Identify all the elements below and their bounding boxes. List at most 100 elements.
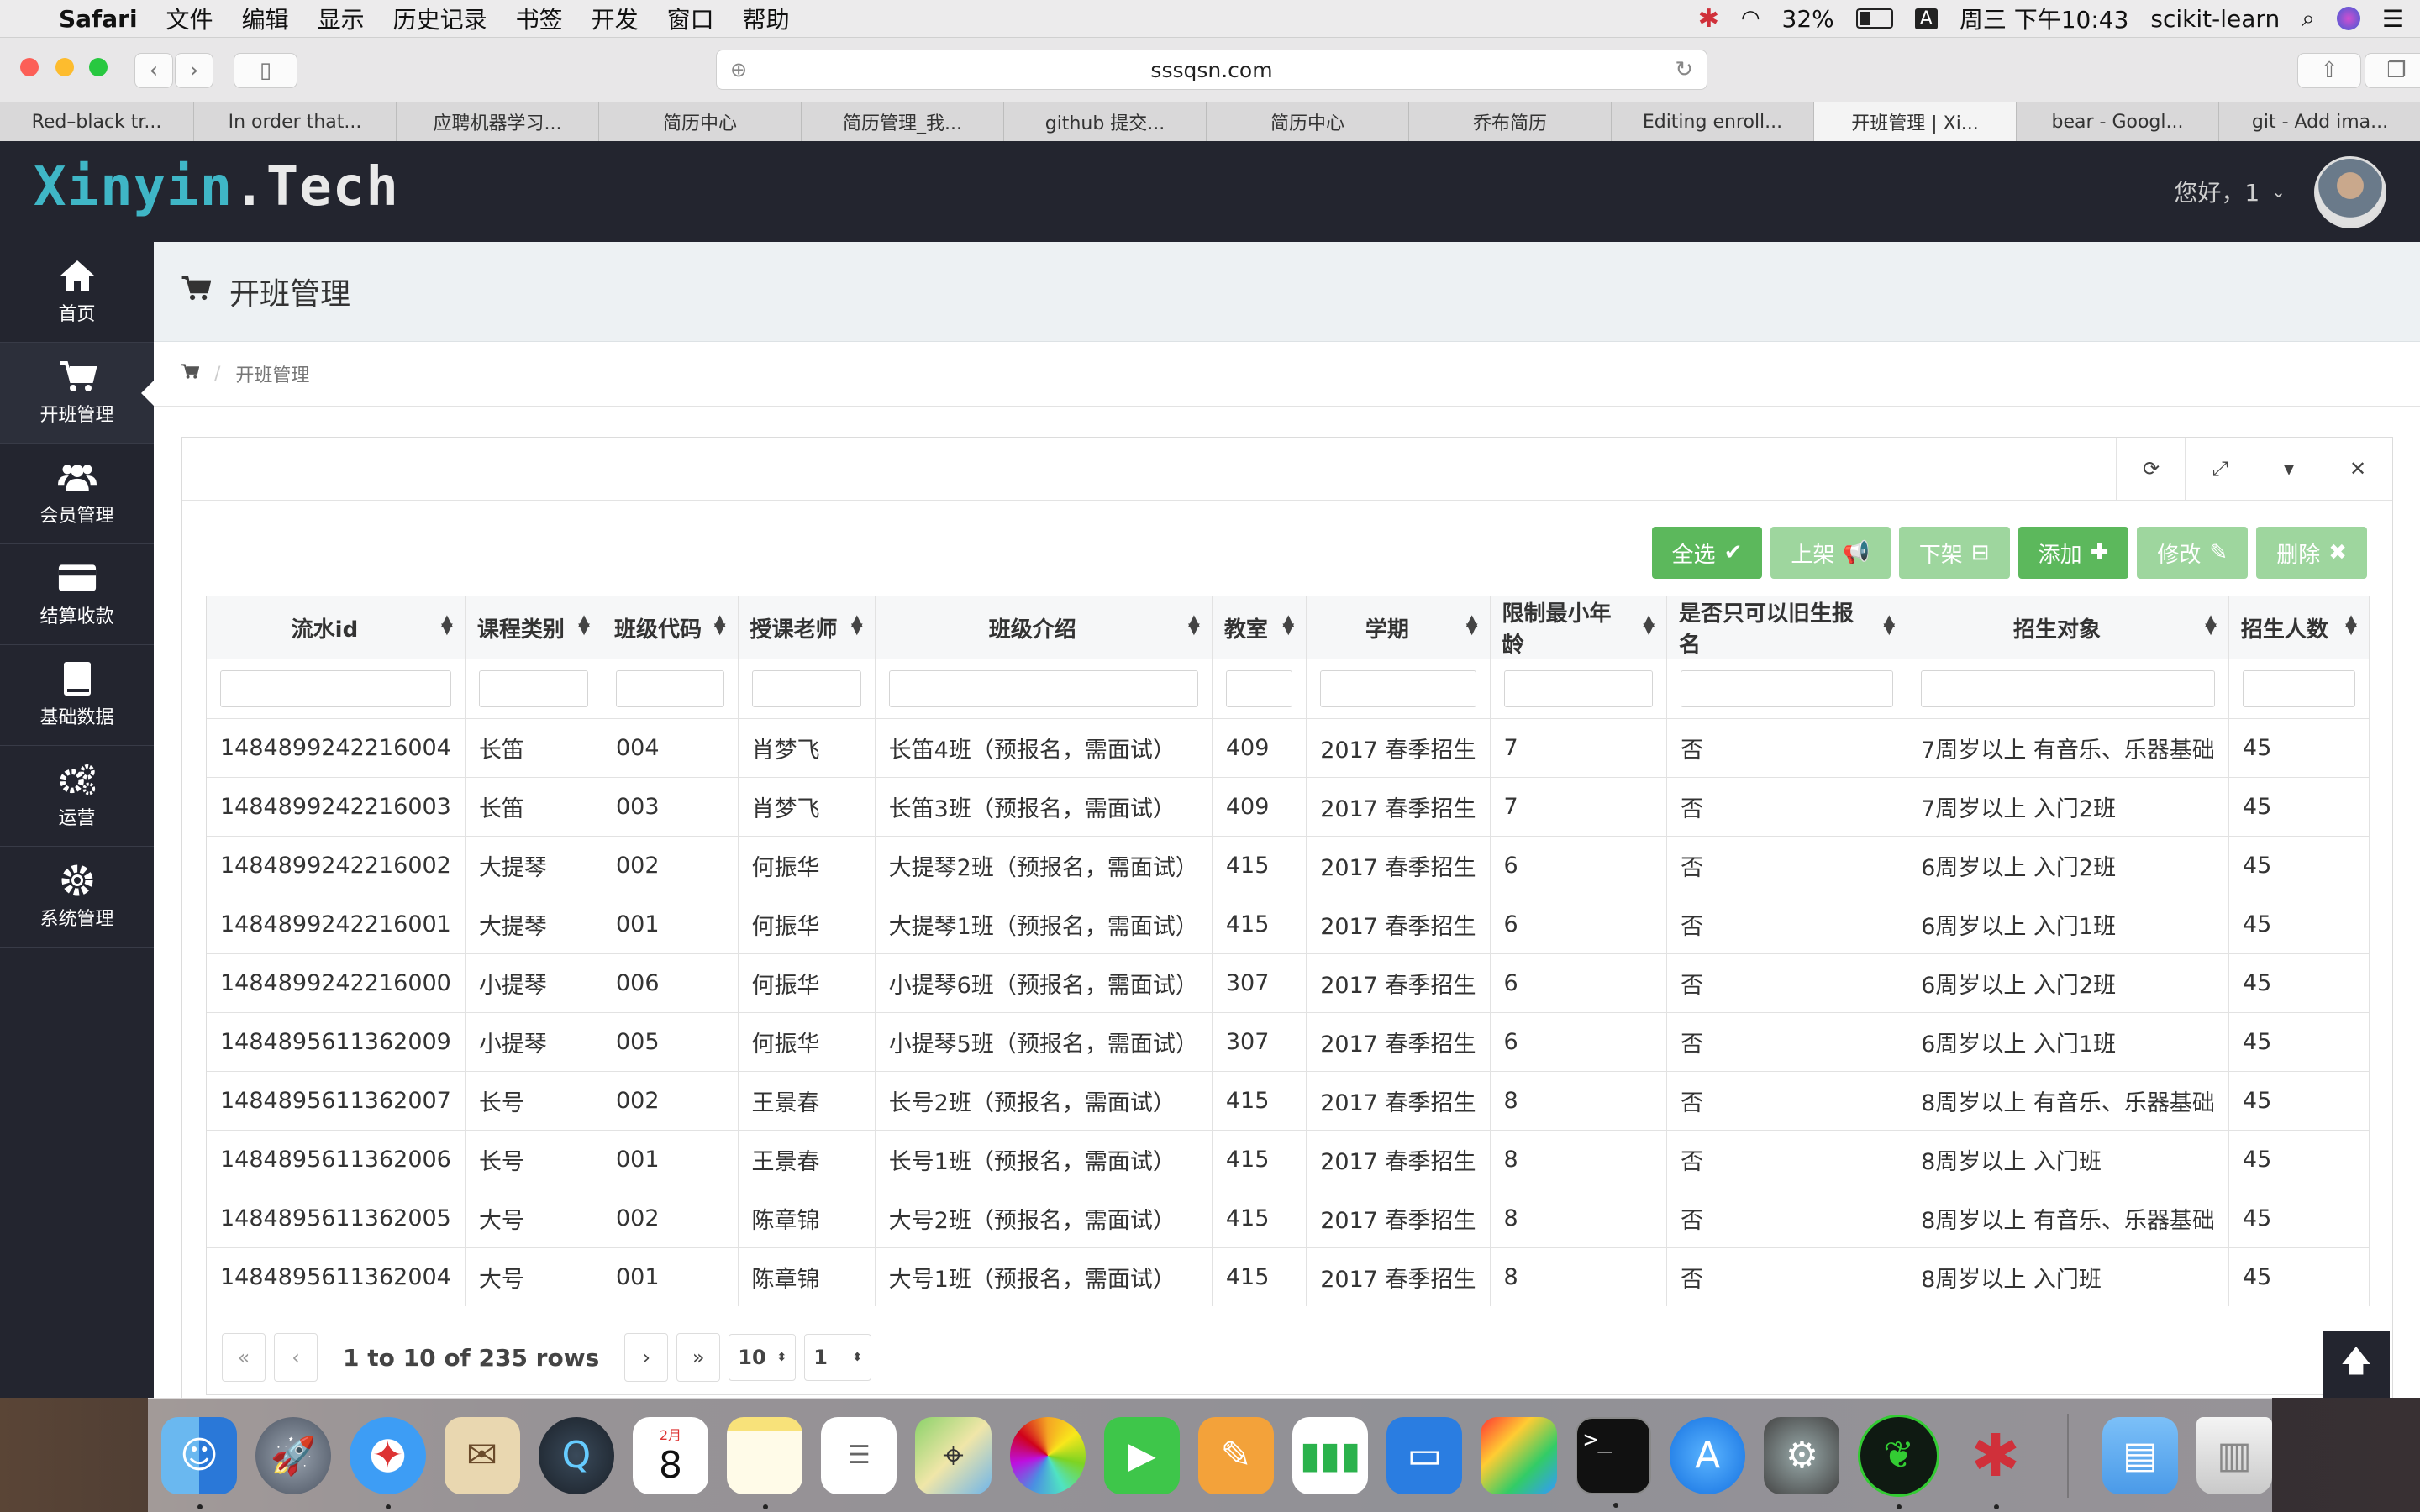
input-method-icon[interactable]: A [1914, 8, 1938, 29]
menu-edit[interactable]: 编辑 [242, 2, 289, 35]
table-row[interactable]: 1484895611362005 大号 002 陈章锦 大号2班（预报名，需面试） 415… [207, 1189, 2370, 1248]
logo[interactable]: Xinyin.Tech [34, 156, 399, 218]
filter-input[interactable] [616, 670, 724, 707]
delete-button[interactable]: 删除 ✖ [2256, 527, 2367, 579]
page-size-select[interactable]: 10 ⬍ [729, 1334, 797, 1381]
column-header[interactable]: 招生对象 ▲ ▼ [1907, 596, 2229, 659]
menu-bookmarks[interactable]: 书签 [516, 2, 563, 35]
pycharm-icon[interactable]: ❦ [1858, 1414, 1939, 1509]
folder-icon[interactable]: ▤ [2102, 1416, 2178, 1494]
browser-tab[interactable]: 简历中心 [599, 102, 802, 141]
reminders-icon[interactable]: ☰ [821, 1416, 897, 1494]
scroll-to-top-button[interactable]: 🡅 [2323, 1331, 2390, 1398]
pages-icon[interactable]: ✎ [1197, 1416, 1275, 1494]
column-header[interactable]: 流水id ▲ ▼ [207, 596, 466, 659]
filter-input[interactable] [2242, 670, 2355, 707]
last-page-button[interactable]: » [676, 1333, 721, 1382]
spotlight-icon[interactable]: ⌕ [2302, 4, 2315, 33]
sidebar-item-basic-data[interactable]: 基础数据 [0, 645, 154, 746]
menu-file[interactable]: 文件 [166, 2, 213, 35]
terminal-icon[interactable]: >_ [1575, 1416, 1652, 1508]
add-button[interactable]: 添加 ✚ [2018, 527, 2129, 579]
menu-window[interactable]: 窗口 [667, 2, 714, 35]
notification-center-icon[interactable]: ☰ [2382, 5, 2403, 33]
finder-icon[interactable]: ☺ [161, 1416, 238, 1509]
forward-button[interactable]: › [175, 53, 213, 88]
browser-tab[interactable]: 乔布简历 [1409, 102, 1612, 141]
filter-input[interactable] [1503, 670, 1654, 707]
maps-icon[interactable]: ⌖ [915, 1416, 992, 1494]
sidebar-item-classes[interactable]: 开班管理 [0, 343, 155, 444]
table-row[interactable]: 1484899242216004 长笛 004 肖梦飞 长笛4班（预报名，需面试） 409… [207, 718, 2370, 778]
next-page-button[interactable]: › [624, 1333, 669, 1382]
avatar[interactable] [2314, 156, 2386, 228]
tab-overview-button[interactable]: ❐ [2365, 53, 2420, 88]
trash-icon[interactable]: ▥ [2196, 1416, 2273, 1494]
calendar-icon[interactable]: 2月 8 [632, 1416, 709, 1494]
menu-view[interactable]: 显示 [318, 2, 365, 35]
first-page-button[interactable]: « [222, 1333, 266, 1382]
menu-app-name[interactable]: Safari [59, 5, 138, 33]
select-all-button[interactable]: 全选 ✔ [1651, 527, 1763, 579]
filter-input[interactable] [1225, 670, 1293, 707]
filter-input[interactable] [1921, 670, 2215, 707]
browser-tab[interactable]: bear - Googl... [2017, 102, 2219, 141]
siri-icon[interactable] [2336, 7, 2360, 30]
sidebar-item-system[interactable]: 系统管理 [0, 847, 154, 948]
table-row[interactable]: 1484899242216000 小提琴 006 何振华 小提琴6班（预报名，需面试） 3… [207, 953, 2370, 1013]
back-button[interactable]: ‹ [134, 53, 173, 88]
sidebar-item-members[interactable]: 会员管理 [0, 444, 154, 544]
user-menu[interactable]: 您好，1 ⌄ [2174, 175, 2286, 208]
browser-tab[interactable]: Red–black tr... [0, 102, 194, 141]
expand-button[interactable]: ⤢ [2185, 438, 2254, 500]
menu-help[interactable]: 帮助 [743, 2, 790, 35]
column-header[interactable]: 班级介绍 ▲ ▼ [875, 596, 1213, 659]
safari-icon[interactable]: ✦ [350, 1416, 426, 1509]
add-icon[interactable]: ⊕ [730, 58, 747, 81]
unpublish-button[interactable]: 下架 ⊟ [1898, 527, 2010, 579]
browser-tab-active[interactable]: 开班管理 | Xi... [1814, 102, 2017, 141]
wifi-icon[interactable]: ◠ [1741, 6, 1760, 31]
filter-input[interactable] [888, 670, 1198, 707]
sidebar-item-home[interactable]: 首页 [0, 242, 154, 343]
battery-icon[interactable] [1855, 8, 1893, 29]
reload-icon[interactable]: ↻ [1675, 57, 1693, 82]
numbers-icon[interactable]: ▮▮▮ [1292, 1416, 1369, 1494]
browser-tab[interactable]: Editing enroll... [1612, 102, 1814, 141]
keynote-icon[interactable]: ▭ [1386, 1416, 1463, 1494]
breadcrumb-home-icon[interactable] [181, 363, 200, 385]
quicktime-icon[interactable]: Q [538, 1416, 614, 1494]
clock[interactable]: 周三 下午10:43 [1960, 2, 2129, 35]
filter-input[interactable] [751, 670, 861, 707]
status-app-icon[interactable]: ✱ [1698, 4, 1719, 34]
sidebar-item-payments[interactable]: 结算收款 [0, 544, 154, 645]
table-row[interactable]: 1484899242216002 大提琴 002 何振华 大提琴2班（预报名，需面试） 4… [207, 836, 2370, 895]
address-bar[interactable]: ⊕ sssqsn.com ↻ [716, 50, 1707, 90]
sidebar-item-operations[interactable]: 运营 [0, 746, 154, 847]
refresh-button[interactable]: ⟳ [2116, 438, 2186, 500]
column-header[interactable]: 学期 ▲ ▼ [1306, 596, 1491, 659]
browser-tab[interactable]: In order that... [194, 102, 397, 141]
close-window-button[interactable] [20, 58, 39, 76]
app-store-icon[interactable]: A [1670, 1416, 1746, 1494]
table-row[interactable]: 1484895611362006 长号 001 王景春 长号1班（预报名，需面试） 415… [207, 1130, 2370, 1189]
photos-icon[interactable] [1009, 1416, 1086, 1494]
table-row[interactable]: 1484895611362007 长号 002 王景春 长号2班（预报名，需面试） 415… [207, 1071, 2370, 1131]
publish-button[interactable]: 上架 📢 [1770, 527, 1891, 579]
column-header[interactable]: 课程类别 ▲ ▼ [465, 596, 603, 659]
filter-input[interactable] [1320, 670, 1476, 707]
notes-icon[interactable] [727, 1416, 803, 1509]
prev-page-button[interactable]: ‹ [274, 1333, 318, 1382]
table-row[interactable]: 1484899242216003 长笛 003 肖梦飞 长笛3班（预报名，需面试） 409… [207, 777, 2370, 837]
menu-develop[interactable]: 开发 [592, 2, 639, 35]
status-bar-app-icon[interactable]: ✱ [1958, 1417, 2033, 1509]
share-button[interactable]: ⇧ [2297, 53, 2361, 88]
collapse-button[interactable]: ▾ [2254, 438, 2323, 500]
menu-history[interactable]: 历史记录 [393, 2, 487, 35]
column-header[interactable]: 授课老师 ▲ ▼ [738, 596, 876, 659]
filter-input[interactable] [1681, 670, 1894, 707]
filter-input[interactable] [478, 670, 588, 707]
browser-tab[interactable]: 应聘机器学习... [397, 102, 599, 141]
browser-tab[interactable]: github 提交... [1004, 102, 1207, 141]
column-header[interactable]: 教室 ▲ ▼ [1212, 596, 1307, 659]
